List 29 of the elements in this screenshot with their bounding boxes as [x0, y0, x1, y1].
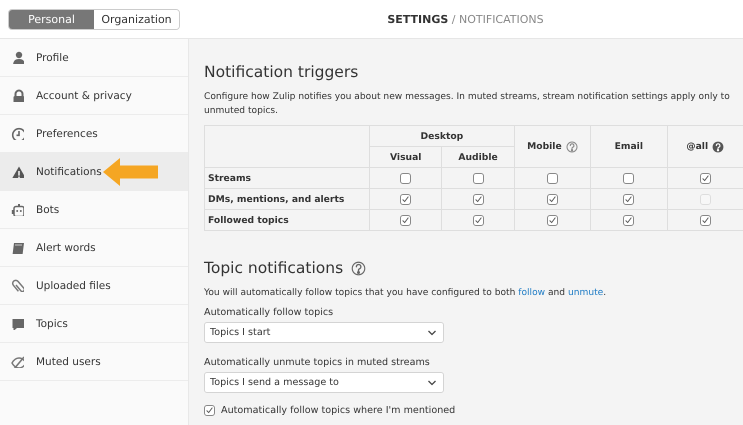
- section-description: You will automatically follow topics that you have configured to both follow and unmute.: [204, 287, 608, 300]
- column-header: Visual: [370, 146, 442, 168]
- heading-text: Topic notifications: [204, 259, 344, 278]
- column-header: Email: [590, 126, 668, 168]
- sidebar-item[interactable]: Topics: [0, 305, 188, 343]
- row-label: Streams: [204, 168, 370, 189]
- row-label: Followed topics: [204, 210, 370, 231]
- dropdown-select[interactable]: Topics I send a message to: [204, 372, 444, 394]
- sidebar-item[interactable]: Muted users: [0, 343, 188, 381]
- section-description: Configure how Zulip notifies you about new messages. In muted streams, stream notification settings apply only to unmuted topics.: [204, 91, 731, 118]
- text-link[interactable]: unmute: [568, 288, 604, 298]
- field-label: Automatically unmute topics in muted streams: [204, 357, 431, 368]
- field-label: Automatically follow topics: [204, 307, 334, 318]
- column-header: Desktop: [370, 126, 514, 147]
- text-link[interactable]: follow: [518, 288, 546, 298]
- breadcrumb: SETTINGS / NOTIFICATIONS: [386, 12, 545, 26]
- section-heading: Notification triggers: [204, 63, 360, 81]
- settings-tab[interactable]: Personal: [9, 10, 94, 28]
- sidebar-item[interactable]: Uploaded files: [0, 267, 188, 305]
- sidebar-item[interactable]: Notifications: [0, 153, 188, 191]
- sidebar-item[interactable]: Alert words: [0, 229, 188, 267]
- column-header: Mobile: [514, 126, 591, 168]
- checkbox-label: Automatically follow topics where I'm mentioned: [221, 405, 456, 416]
- row-label: DMs, mentions, and alerts: [204, 188, 370, 210]
- sidebar-item[interactable]: Account & privacy: [0, 77, 188, 115]
- dropdown-select[interactable]: Topics I start: [204, 322, 444, 344]
- sidebar-item[interactable]: Profile: [0, 39, 188, 77]
- sidebar-item[interactable]: Bots: [0, 191, 188, 229]
- column-header: @all: [667, 126, 743, 168]
